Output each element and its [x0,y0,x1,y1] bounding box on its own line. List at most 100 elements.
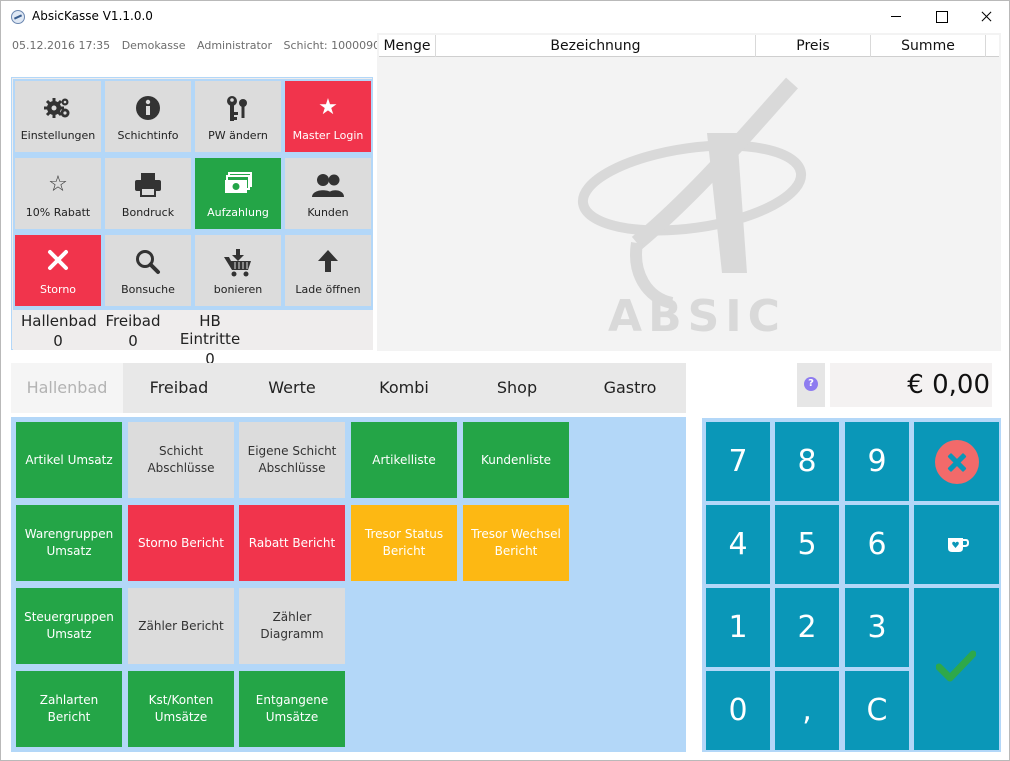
report-grid: Artikel Umsatz Schicht Abschlüsse Eigene… [11,417,686,752]
key-comma[interactable]: , [775,671,839,750]
report-safe-status-button[interactable]: Tresor Status Bericht [351,505,457,581]
app-logo-icon [11,10,25,24]
key-6[interactable]: 6 [845,505,909,584]
tab-shop[interactable]: Shop [461,363,573,413]
counter-freibad: Freibad 0 [103,312,163,350]
close-icon[interactable] [963,1,1009,32]
key-3[interactable]: 3 [845,588,909,667]
counter-value: 0 [128,332,138,350]
report-cost-center-sales-button[interactable]: Kst/Konten Umsätze [128,671,234,747]
function-grid: Einstellungen Schichtinfo PW ändern ★ Ma… [13,79,373,310]
watermark-text: ABSIC [608,291,786,333]
customers-button[interactable]: Kunden [285,158,371,229]
tab-werte[interactable]: Werte [236,363,348,413]
tab-kombi[interactable]: Kombi [348,363,460,413]
report-lost-sales-button[interactable]: Entgangene Umsätze [239,671,345,747]
key-icon [195,95,281,121]
settings-label: Einstellungen [20,129,96,142]
category-tabs: Hallenbad Freibad Werte Kombi Shop Gastr… [11,363,686,413]
key-1[interactable]: 1 [706,588,770,667]
report-counter-chart-button[interactable]: Zähler Diagramm [239,588,345,664]
app-window: AbsicKasse V1.1.0.0 05.12.2016 17:35 Dem… [0,0,1010,761]
key-7[interactable]: 7 [706,422,770,501]
key-0[interactable]: 0 [706,671,770,750]
minimize-icon[interactable] [873,1,919,32]
coffee-button[interactable] [914,505,999,584]
report-article-list-button[interactable]: Artikelliste [351,422,457,498]
tab-hallenbad[interactable]: Hallenbad [11,363,123,413]
users-icon [285,172,371,198]
master-login-label: Master Login [292,129,364,142]
session-info: 05.12.2016 17:35 Demokasse Administrator… [12,39,388,52]
report-customer-list-button[interactable]: Kundenliste [463,422,569,498]
master-login-button[interactable]: ★ Master Login [285,81,371,152]
receipt-header: Menge Bezeichnung Preis Summe [379,35,999,57]
session-company: Demokasse [121,39,186,52]
tab-gastro[interactable]: Gastro [574,363,686,413]
confirm-button[interactable] [914,588,999,750]
coffee-cup-icon [948,538,969,552]
key-clear[interactable]: C [845,671,909,750]
tab-freibad[interactable]: Freibad [123,363,235,413]
receipt-search-button[interactable]: Bonsuche [105,235,191,306]
counter-label: HB Eintritte [179,312,241,348]
cart-icon [195,249,281,277]
shift-info-label: Schichtinfo [117,129,179,142]
star-outline-icon: ☆ [48,172,68,197]
money-icon [195,172,281,198]
key-8[interactable]: 8 [775,422,839,501]
discount-button[interactable]: ☆ 10% Rabatt [15,158,101,229]
column-description[interactable]: Bezeichnung [436,35,756,57]
deposit-label: Aufzahlung [207,206,269,219]
key-5[interactable]: 5 [775,505,839,584]
key-2[interactable]: 2 [775,588,839,667]
column-price[interactable]: Preis [756,35,871,57]
shift-info-button[interactable]: Schichtinfo [105,81,191,152]
book-button[interactable]: bonieren [195,235,281,306]
gears-icon [15,95,101,121]
print-receipt-button[interactable]: Bondruck [105,158,191,229]
report-safe-change-button[interactable]: Tresor Wechsel Bericht [463,505,569,581]
counters: Hallenbad 0 Freibad 0 HB Eintritte 0 [13,310,373,368]
report-product-group-sales-button[interactable]: Warengruppen Umsatz [16,505,122,581]
counter-label: Freibad [105,312,161,330]
report-discount-button[interactable]: Rabatt Bericht [239,505,345,581]
report-cancellation-button[interactable]: Storno Bericht [128,505,234,581]
key-4[interactable]: 4 [706,505,770,584]
report-shift-closings-button[interactable]: Schicht Abschlüsse [128,422,234,498]
counter-value: 0 [53,332,63,350]
change-password-button[interactable]: PW ändern [195,81,281,152]
column-quantity[interactable]: Menge [379,35,436,57]
x-icon [15,249,101,275]
deposit-button[interactable]: Aufzahlung [195,158,281,229]
total-display: € 0,00 [830,363,992,407]
star-icon: ★ [318,95,338,120]
open-drawer-label: Lade öffnen [295,283,361,296]
report-article-sales-button[interactable]: Artikel Umsatz [16,422,122,498]
report-own-shift-closings-button[interactable]: Eigene Schicht Abschlüsse [239,422,345,498]
report-tax-group-sales-button[interactable]: Steuergruppen Umsatz [16,588,122,664]
report-counter-button[interactable]: Zähler Bericht [128,588,234,664]
printer-icon [105,172,191,198]
numpad: 7 8 9 4 5 6 1 2 3 0 , C [702,418,1001,752]
report-payment-types-button[interactable]: Zahlarten Bericht [16,671,122,747]
receipt-search-label: Bonsuche [121,283,175,296]
session-date: 05.12.2016 17:35 [12,39,111,52]
maximize-icon[interactable] [918,1,964,32]
session-shift: Schicht: 1000090 [283,39,381,52]
cancel-button[interactable]: Storno [15,235,101,306]
discount-label: 10% Rabatt [25,206,91,219]
key-9[interactable]: 9 [845,422,909,501]
column-total[interactable]: Summe [871,35,986,57]
counter-label: Hallenbad [21,312,97,330]
checkmark-icon [936,650,976,682]
help-icon[interactable] [797,363,825,407]
receipt-table[interactable]: Menge Bezeichnung Preis Summe ABSIC [377,33,1001,351]
clear-entry-button[interactable] [914,422,999,501]
settings-button[interactable]: Einstellungen [15,81,101,152]
absic-logo-watermark: ABSIC [577,77,807,333]
open-drawer-button[interactable]: Lade öffnen [285,235,371,306]
print-receipt-label: Bondruck [121,206,175,219]
arrow-up-icon [285,249,371,275]
change-password-label: PW ändern [208,129,268,142]
